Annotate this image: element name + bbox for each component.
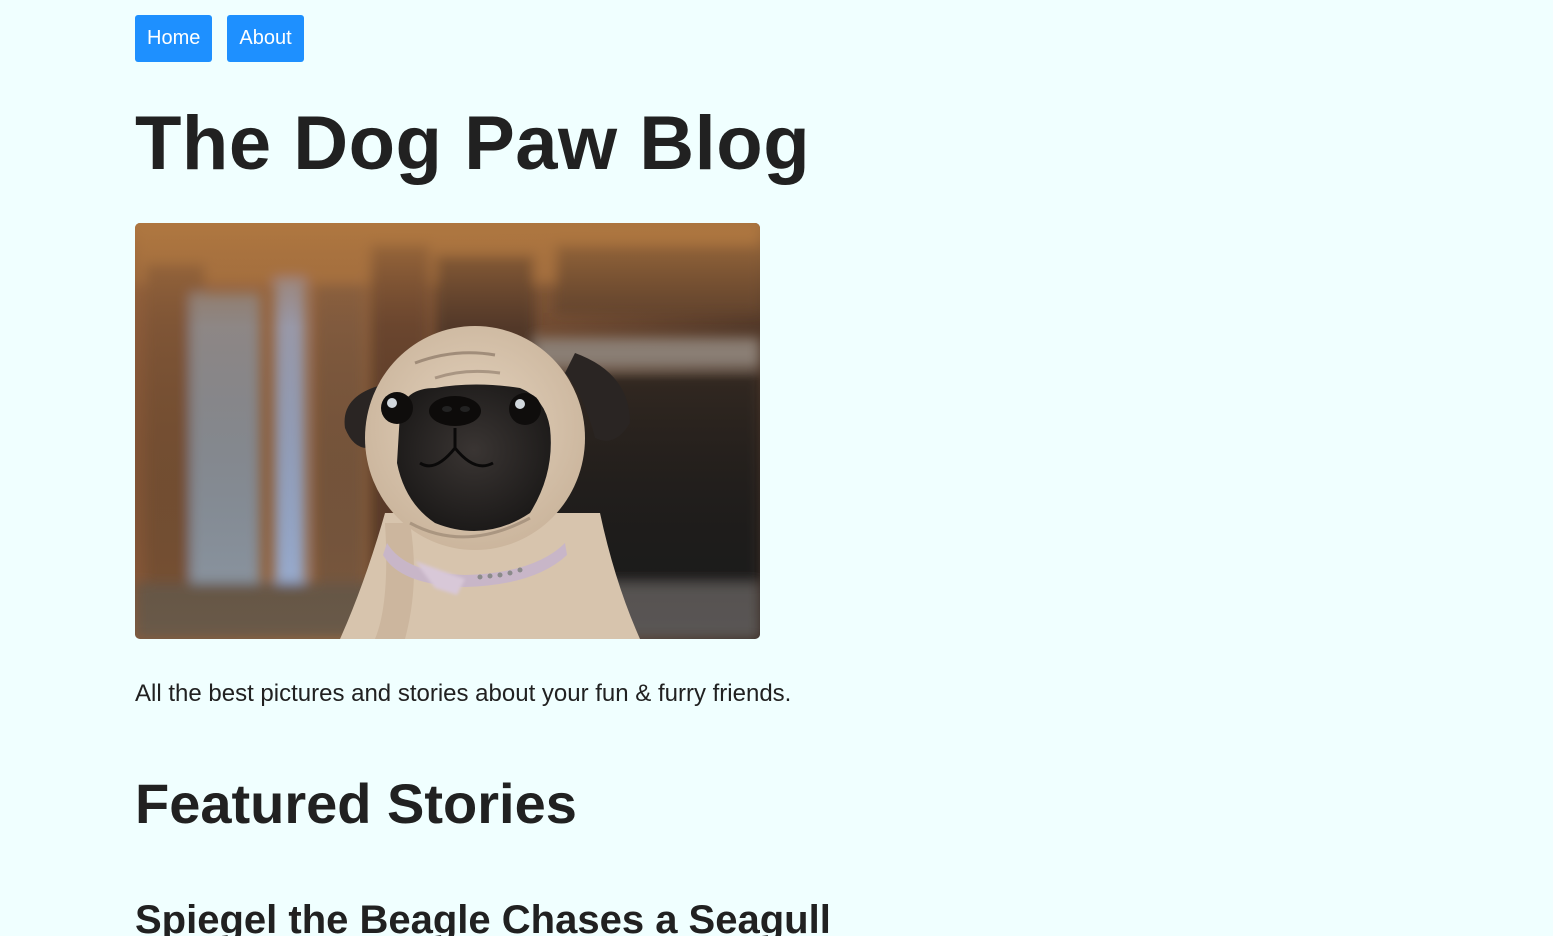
hero-image	[135, 223, 760, 639]
featured-stories-heading: Featured Stories	[135, 772, 577, 835]
tagline: All the best pictures and stories about …	[135, 680, 792, 707]
pug-photo-illustration	[135, 223, 760, 639]
top-nav: Home About	[135, 15, 304, 62]
page-title: The Dog Paw Blog	[135, 101, 811, 186]
story-title[interactable]: Spiegel the Beagle Chases a Seagull	[135, 895, 831, 936]
about-button[interactable]: About	[227, 15, 304, 62]
page: Home About The Dog Paw Blog All the best…	[0, 0, 1553, 936]
home-button[interactable]: Home	[135, 15, 213, 62]
